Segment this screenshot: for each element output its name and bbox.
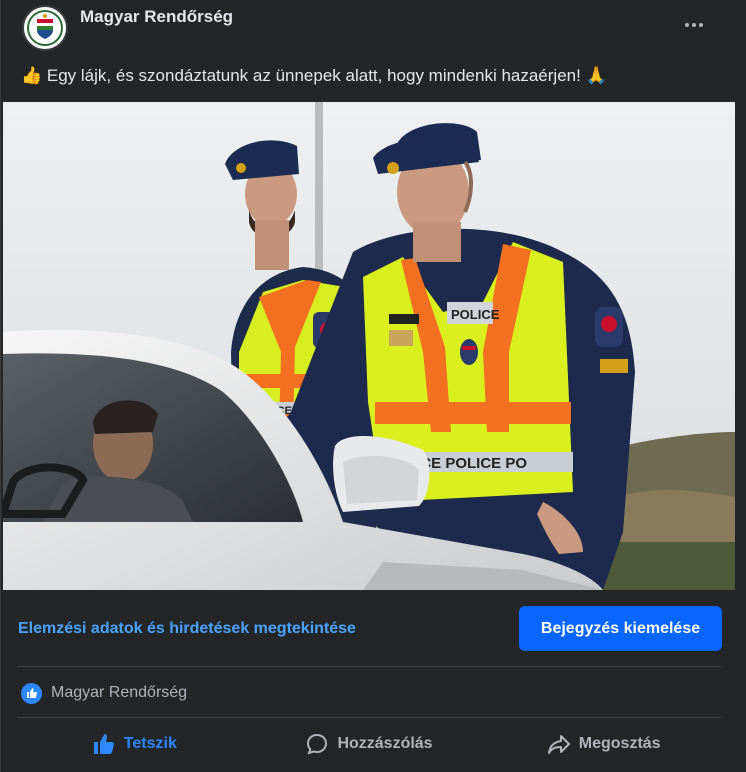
reaction-names: Magyar Rendőrség [51, 684, 188, 701]
page-name[interactable]: Magyar Rendőrség [80, 7, 233, 27]
share-icon [547, 735, 570, 754]
post-header: Magyar Rendőrség [1, 0, 746, 56]
comment-button[interactable]: Hozzászólás [252, 719, 487, 769]
police-checkpoint-photo: POLICE LICE POLICE PO POLICE [3, 102, 735, 590]
vest-chest-text: POLICE [451, 307, 500, 322]
like-reaction-icon [21, 682, 42, 704]
page-avatar[interactable] [22, 5, 68, 51]
post-actionbar: Elemzési adatok és hirdetések megtekinté… [1, 590, 746, 667]
police-crest-icon [25, 8, 65, 48]
boost-post-button[interactable]: Bejegyzés kiemelése [519, 606, 722, 651]
post-photo[interactable]: POLICE LICE POLICE PO POLICE [3, 102, 735, 590]
comment-icon [307, 733, 328, 755]
insights-link[interactable]: Elemzési adatok és hirdetések megtekinté… [18, 620, 356, 638]
comment-label: Hozzászólás [337, 735, 433, 752]
reactions-summary[interactable]: Magyar Rendőrség [21, 680, 187, 706]
divider [17, 666, 721, 667]
more-options-icon[interactable] [677, 10, 711, 40]
share-button[interactable]: Megosztás [486, 719, 721, 769]
like-button[interactable]: Tetszik [17, 719, 252, 769]
facebook-post: Magyar Rendőrség 👍 Egy lájk, és szondázt… [0, 0, 746, 772]
share-label: Megosztás [578, 735, 661, 752]
thumbs-up-icon [93, 734, 114, 754]
divider [17, 717, 721, 718]
post-buttons: Tetszik Hozzászólás Megosztás [17, 719, 721, 769]
post-text: 👍 Egy lájk, és szondáztatunk az ünnepek … [21, 66, 607, 85]
like-label: Tetszik [123, 735, 177, 752]
